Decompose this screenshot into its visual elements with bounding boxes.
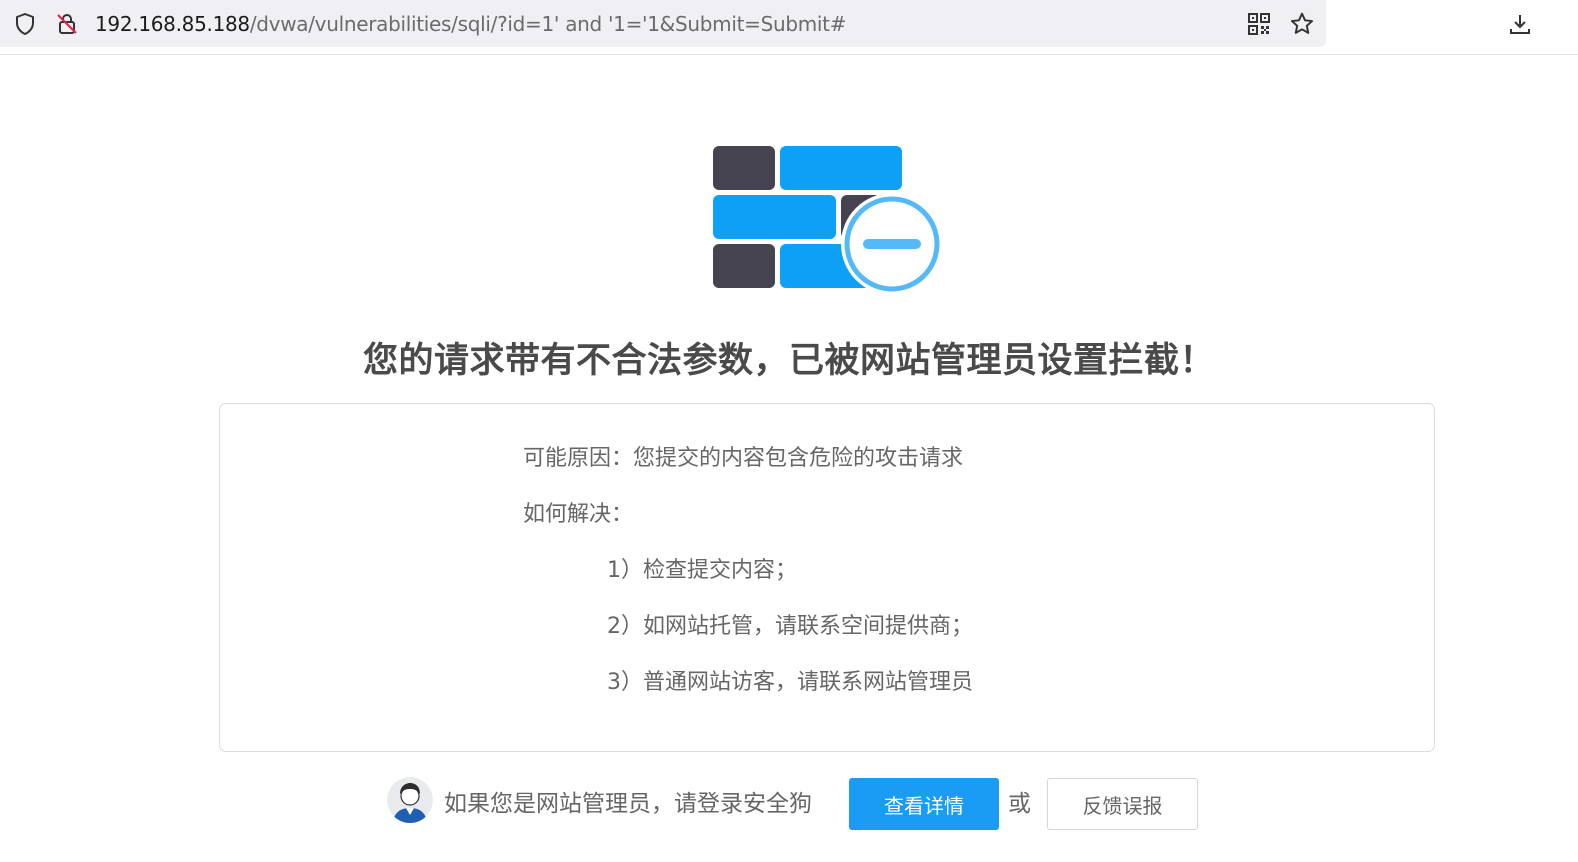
list-item: 3）普通网站访客，请联系网站管理员 bbox=[607, 670, 973, 695]
url-text[interactable]: 192.168.85.188/dvwa/vulnerabilities/sqli… bbox=[95, 10, 846, 38]
list-item: 2）如网站托管，请联系空间提供商； bbox=[607, 614, 973, 639]
page-title: 您的请求带有不合法参数，已被网站管理员设置拦截！ bbox=[362, 341, 1215, 381]
reason-text: 可能原因：您提交的内容包含危险的攻击请求 bbox=[523, 446, 964, 471]
how-to-fix-label: 如何解决： bbox=[523, 502, 634, 527]
admin-prompt-text: 如果您是网站管理员，请登录安全狗 bbox=[444, 791, 812, 817]
admin-avatar-icon bbox=[387, 777, 433, 823]
firewall-block-icon bbox=[712, 145, 944, 297]
bookmark-star-icon[interactable] bbox=[1288, 10, 1316, 38]
qr-code-icon[interactable] bbox=[1246, 11, 1272, 37]
download-icon[interactable] bbox=[1506, 10, 1534, 38]
shield-icon[interactable] bbox=[12, 11, 38, 37]
insecure-lock-icon[interactable] bbox=[54, 11, 80, 37]
url-path: /dvwa/vulnerabilities/sqli/?id=1' and '1… bbox=[249, 12, 847, 36]
url-host: 192.168.85.188 bbox=[95, 12, 250, 36]
or-text: 或 bbox=[1008, 791, 1031, 817]
view-details-button[interactable]: 查看详情 bbox=[849, 778, 999, 830]
report-false-positive-button[interactable]: 反馈误报 bbox=[1047, 778, 1198, 830]
list-item: 1）检查提交内容； bbox=[607, 558, 797, 583]
address-bar[interactable]: 192.168.85.188/dvwa/vulnerabilities/sqli… bbox=[0, 0, 1326, 47]
browser-toolbar: 192.168.85.188/dvwa/vulnerabilities/sqli… bbox=[0, 0, 1578, 55]
